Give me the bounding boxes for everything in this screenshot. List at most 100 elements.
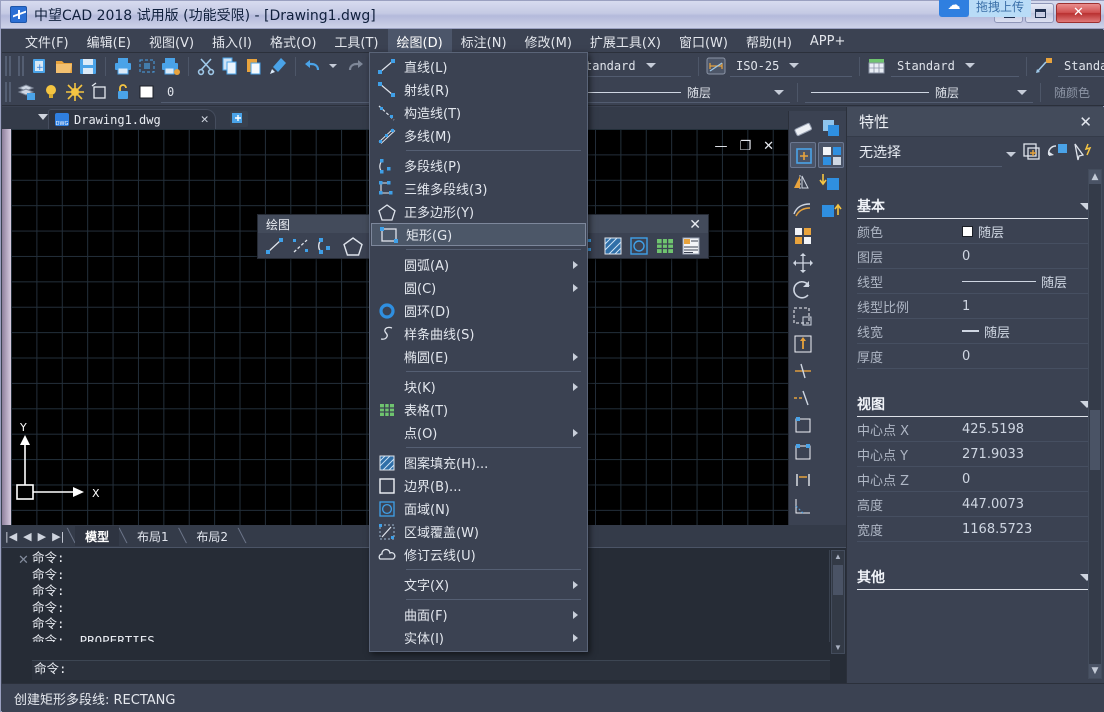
- break-icon[interactable]: [790, 439, 816, 465]
- command-input[interactable]: 命令:: [32, 660, 830, 680]
- cut-icon[interactable]: [195, 55, 217, 77]
- undo-dropdown-caret[interactable]: [329, 64, 337, 68]
- menu-item-surface[interactable]: 曲面(F): [370, 603, 587, 626]
- region-icon[interactable]: [627, 235, 651, 257]
- pick-style-icon[interactable]: [1072, 142, 1096, 167]
- layout-nav-last[interactable]: ▶|: [49, 530, 67, 543]
- select-similar-icon[interactable]: [818, 142, 844, 168]
- quick-select-icon[interactable]: [1022, 142, 1046, 167]
- property-row-linetype-scale[interactable]: 线型比例 1: [857, 294, 1094, 319]
- layout-tab-layout2[interactable]: 布局2: [186, 526, 238, 546]
- open-file-icon[interactable]: [53, 55, 75, 77]
- properties-group-misc-header[interactable]: 其他: [857, 565, 1094, 590]
- menu-edit[interactable]: 编辑(E): [78, 29, 140, 54]
- dimstyle-icon[interactable]: [705, 55, 727, 77]
- layer-lock-icon[interactable]: [112, 81, 134, 103]
- menu-item-xline[interactable]: 构造线(T): [370, 101, 587, 124]
- menu-item-boundary[interactable]: 边界(B)...: [370, 474, 587, 497]
- menu-help[interactable]: 帮助(H): [737, 29, 801, 54]
- match-properties-icon[interactable]: [267, 55, 289, 77]
- menu-item-polyline3d[interactable]: 三维多段线(3): [370, 177, 587, 200]
- properties-selection-caret[interactable]: [1006, 152, 1016, 157]
- mirror-icon[interactable]: [790, 169, 816, 195]
- menu-item-text[interactable]: 文字(X): [370, 573, 587, 596]
- extend-icon[interactable]: [790, 385, 816, 411]
- lineweight-combo[interactable]: 随层: [805, 82, 1033, 103]
- command-window-close-icon[interactable]: ✕: [18, 553, 29, 568]
- properties-group-view-header[interactable]: 视图: [857, 392, 1094, 417]
- menu-window[interactable]: 窗口(W): [670, 29, 737, 54]
- properties-scrollbar[interactable]: ▲ ▼: [1088, 169, 1102, 679]
- command-scroll-thumb[interactable]: [833, 565, 843, 595]
- menu-item-region[interactable]: 面域(N): [370, 497, 587, 520]
- toolbar-grip[interactable]: [5, 56, 12, 76]
- mtext-icon[interactable]: [679, 235, 703, 257]
- table-icon[interactable]: [653, 235, 677, 257]
- canvas-left-scrollbar[interactable]: [2, 129, 11, 533]
- tab-list-caret-icon[interactable]: [38, 114, 48, 120]
- plotstyle-combo[interactable]: 随颜色: [1048, 82, 1104, 103]
- properties-group-general-header[interactable]: 基本: [857, 194, 1094, 219]
- new-file-icon[interactable]: +: [29, 55, 51, 77]
- mleaderstyle-icon[interactable]: [1033, 55, 1055, 77]
- dimstyle-caret[interactable]: [789, 63, 799, 68]
- polyline-icon[interactable]: [315, 235, 339, 257]
- drag-upload-badge[interactable]: ☁ 拖拽上传: [939, 0, 1031, 18]
- menu-app-plus[interactable]: APP+: [801, 31, 854, 52]
- scale-icon[interactable]: [790, 304, 816, 330]
- copy-object-icon[interactable]: [790, 142, 816, 168]
- copy-overlap-icon[interactable]: [818, 115, 844, 141]
- textstyle-combo[interactable]: tandard: [579, 56, 691, 77]
- undo-icon[interactable]: [302, 55, 324, 77]
- tablestyle-combo[interactable]: Standard: [891, 56, 1019, 77]
- chamfer-icon[interactable]: [790, 493, 816, 519]
- menu-item-circle[interactable]: 圆(C): [370, 276, 587, 299]
- array-icon[interactable]: [790, 223, 816, 249]
- menu-modify[interactable]: 修改(M): [516, 29, 581, 54]
- property-row-color[interactable]: 颜色 随层: [857, 219, 1094, 244]
- mdi-close-icon[interactable]: ✕: [763, 139, 774, 154]
- menu-file[interactable]: 文件(F): [16, 29, 78, 54]
- menu-format[interactable]: 格式(O): [261, 29, 325, 54]
- menu-item-spline[interactable]: 样条曲线(S): [370, 322, 587, 345]
- property-row-width[interactable]: 宽度 1168.5723: [857, 517, 1094, 542]
- mdi-minimize-icon[interactable]: —: [714, 139, 727, 154]
- textstyle-caret[interactable]: [646, 63, 656, 68]
- layer-on-off-icon[interactable]: [40, 81, 62, 103]
- ray-icon[interactable]: [289, 235, 313, 257]
- mleaderstyle-combo[interactable]: Standard: [1058, 56, 1104, 77]
- break-at-point-icon[interactable]: [790, 412, 816, 438]
- hatch-icon[interactable]: [601, 235, 625, 257]
- menu-item-ray[interactable]: 射线(R): [370, 78, 587, 101]
- layout-nav-prev[interactable]: ◀: [20, 530, 34, 543]
- menu-item-revcloud[interactable]: 修订云线(U): [370, 543, 587, 566]
- menu-dimension[interactable]: 标注(N): [452, 29, 516, 54]
- menu-view[interactable]: 视图(V): [140, 29, 203, 54]
- plot-icon[interactable]: [160, 55, 182, 77]
- menu-draw[interactable]: 绘图(D): [388, 29, 452, 54]
- layout-nav-next[interactable]: ▶: [35, 530, 49, 543]
- menu-item-polygon[interactable]: 正多边形(Y): [370, 200, 587, 223]
- mdi-restore-icon[interactable]: ❐: [739, 139, 751, 154]
- toolbar-grip-2[interactable]: [18, 56, 25, 76]
- menu-item-hatch[interactable]: 图案填充(H)...: [370, 451, 587, 474]
- offset-icon[interactable]: [790, 196, 816, 222]
- floating-draw-toolbar-close-icon[interactable]: ✕: [689, 217, 701, 233]
- save-file-icon[interactable]: [77, 55, 99, 77]
- draw-order-front-icon[interactable]: [818, 196, 844, 222]
- document-tab-close-icon[interactable]: ✕: [201, 112, 209, 127]
- layer-manager-icon[interactable]: [16, 81, 38, 103]
- polygon-icon[interactable]: [341, 235, 365, 257]
- menu-item-rectangle[interactable]: 矩形(G): [371, 223, 586, 246]
- menu-insert[interactable]: 插入(I): [203, 29, 261, 54]
- join-icon[interactable]: [790, 466, 816, 492]
- document-tab-drawing1[interactable]: Drawing1.dwg ✕: [48, 109, 216, 129]
- menu-item-block[interactable]: 块(K): [370, 375, 587, 398]
- menu-item-mline[interactable]: 多线(M): [370, 124, 587, 147]
- menu-item-line[interactable]: 直线(L): [370, 55, 587, 78]
- menu-item-wipeout[interactable]: 区域覆盖(W): [370, 520, 587, 543]
- property-row-center-y[interactable]: 中心点 Y 271.9033: [857, 442, 1094, 467]
- linetype-combo[interactable]: 随层: [555, 82, 790, 103]
- line-icon[interactable]: [263, 235, 287, 257]
- print-preview-icon[interactable]: [136, 55, 158, 77]
